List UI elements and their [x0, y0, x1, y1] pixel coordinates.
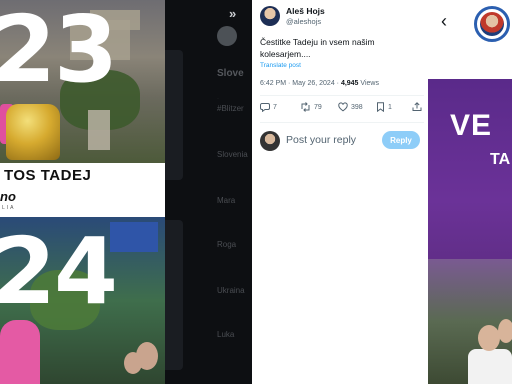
dimmed-overlay: » Slove · #Blitzer Slovenia Mara Roga Uk…: [165, 0, 252, 384]
cyclist-figure: [0, 320, 40, 384]
poster-brand-sub: LIA: [2, 205, 16, 211]
poster-image: 23 TOS TADEJ no LIA 24: [0, 0, 165, 384]
bookmark-icon: [377, 102, 384, 112]
views-label: Views: [358, 80, 379, 87]
author-handle[interactable]: @aleshojs: [286, 17, 321, 26]
year-top: 23: [0, 0, 118, 103]
reply-action[interactable]: 7: [260, 102, 277, 112]
banner-title: VE: [450, 109, 493, 142]
share-action[interactable]: [412, 102, 422, 112]
tweet-timestamp[interactable]: 6:42 PM · May 26, 2024 ·: [260, 80, 341, 87]
current-user-avatar: [260, 131, 280, 151]
right-panel: ‹ VE TA: [428, 0, 512, 384]
reply-count: 7: [273, 103, 277, 111]
blue-flag: [110, 222, 158, 252]
screenshot-stage: 23 TOS TADEJ no LIA 24 » Slove · #Blitze…: [0, 0, 512, 384]
profile-avatar[interactable]: [474, 6, 510, 42]
action-bar: 7 79 398 1: [260, 102, 428, 116]
heart-icon: [338, 102, 348, 112]
trend-item[interactable]: Roga: [217, 240, 236, 249]
repost-action[interactable]: 79: [300, 102, 322, 112]
trend-item[interactable]: Luka: [217, 330, 234, 339]
reply-input[interactable]: Post your reply: [286, 134, 356, 146]
poster-name-band: TOS TADEJ no LIA: [0, 163, 165, 217]
trends-heading: Slove: [217, 68, 244, 79]
like-action[interactable]: 398: [338, 102, 363, 112]
author-name[interactable]: Aleš Hojs: [286, 6, 325, 16]
tweet-meta: 6:42 PM · May 26, 2024 · 4,945 Views: [260, 80, 379, 87]
bookmark-action[interactable]: 1: [376, 102, 392, 112]
views-count: 4,945: [340, 80, 359, 87]
person-face: [478, 325, 500, 351]
poster-brand: no: [0, 189, 16, 204]
banner-subtitle: TA: [490, 151, 511, 168]
repost-count: 79: [314, 103, 322, 111]
tweet-card: Aleš Hojs @aleshojs Čestitke Tadeju in v…: [252, 0, 428, 384]
trend-item[interactable]: Mara: [217, 196, 235, 205]
trend-item[interactable]: #Blitzer: [217, 104, 244, 113]
repost-icon: [301, 102, 310, 112]
poster-name: TOS TADEJ: [4, 167, 92, 184]
translate-link[interactable]: Translate post: [260, 62, 301, 69]
trophy-icon: [6, 104, 60, 160]
expand-icon[interactable]: »: [229, 6, 236, 21]
year-bottom: 24: [0, 218, 118, 325]
trend-item[interactable]: Slovenia: [217, 150, 248, 159]
tweet-text: Čestitke Tadeju in vsem našim kolesarjem…: [260, 37, 375, 59]
back-icon[interactable]: ‹: [441, 12, 447, 30]
like-count: 398: [351, 103, 363, 111]
divider: [260, 95, 424, 96]
promo-banner: VE TA: [428, 79, 512, 384]
author-avatar[interactable]: [260, 6, 280, 26]
avatar: [217, 26, 237, 46]
reply-icon: [260, 103, 270, 112]
reply-button[interactable]: Reply: [382, 131, 420, 149]
divider: [260, 122, 424, 123]
bookmark-count: 1: [388, 103, 392, 111]
trend-item[interactable]: Ukraina: [217, 286, 245, 295]
share-icon: [412, 102, 422, 111]
